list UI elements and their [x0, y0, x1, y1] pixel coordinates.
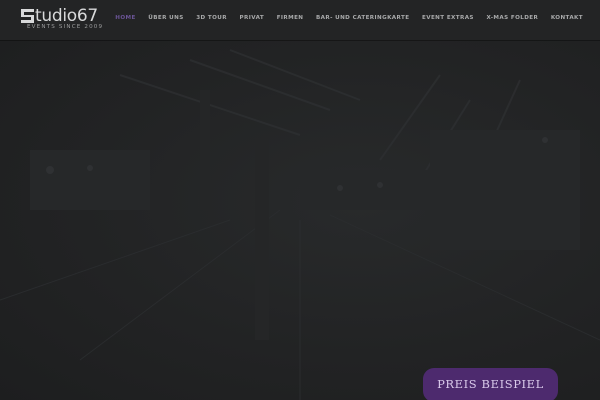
main-navigation: HOME ÜBER UNS 3D TOUR PRIVAT FIRMEN BAR-… — [109, 0, 600, 36]
nav-item-firmen[interactable]: FIRMEN — [270, 15, 309, 21]
logo-wordmark: tudio67 — [35, 6, 98, 26]
nav-item-3d-tour[interactable]: 3D TOUR — [190, 15, 233, 21]
page: tudio67 EVENTS SINCE 2009 HOME ÜBER UNS … — [0, 0, 600, 400]
nav-item-privat[interactable]: PRIVAT — [233, 15, 270, 21]
logo-s-mark-icon — [21, 9, 34, 23]
nav-item-kontakt[interactable]: KONTAKT — [545, 15, 600, 21]
nav-item-ueber-uns[interactable]: ÜBER UNS — [142, 15, 190, 21]
nav-item-event-extras[interactable]: EVENT EXTRAS — [416, 15, 480, 21]
hero-venue-photo — [0, 49, 600, 400]
hero-background-image — [0, 40, 600, 400]
site-header: tudio67 EVENTS SINCE 2009 HOME ÜBER UNS … — [0, 0, 600, 40]
nav-item-xmas-folder[interactable]: X-MAS FOLDER — [480, 15, 544, 21]
studio67-logo[interactable]: tudio67 EVENTS SINCE 2009 — [21, 6, 123, 33]
logo-tagline: EVENTS SINCE 2009 — [27, 24, 104, 30]
preis-beispiel-button[interactable]: PREIS BEISPIEL — [423, 368, 558, 400]
nav-item-bar-catering[interactable]: BAR- UND CATERINGKARTE — [310, 15, 416, 21]
nav-item-home[interactable]: HOME — [109, 15, 142, 21]
